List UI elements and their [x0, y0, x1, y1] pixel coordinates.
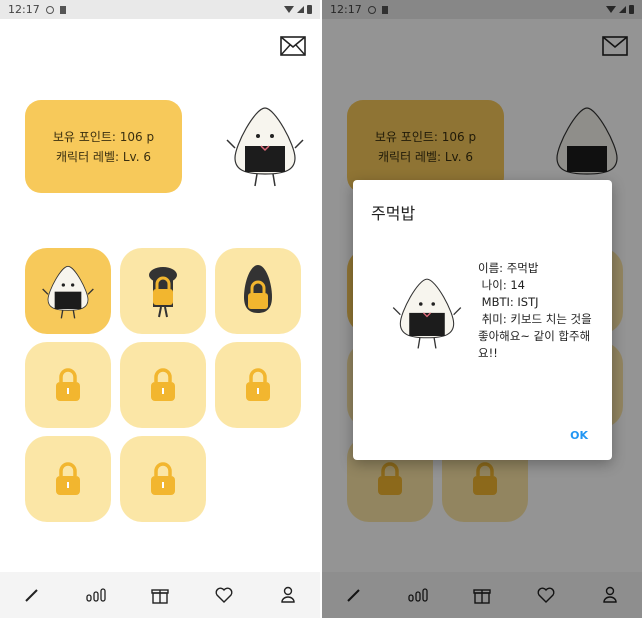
dialog-title: 주먹밥 — [371, 204, 416, 223]
character-tile-locked-6[interactable] — [215, 342, 301, 428]
dialog-screen: 12:17 보유 포인트: 106 p 캐릭터 레벨: Lv. 6 주먹밥 이름… — [322, 0, 642, 618]
onigiri-icon — [42, 265, 94, 319]
status-time: 12:17 — [8, 3, 40, 16]
lock-icon — [151, 462, 175, 495]
points-text: 보유 포인트: 106 p — [52, 129, 155, 144]
ok-button[interactable]: OK — [570, 429, 588, 442]
main-screen: 12:17 보유 포인트: 106 p 캐릭터 레벨: Lv. 6 — [0, 0, 320, 618]
pencil-icon — [25, 589, 38, 602]
hobby-line: 취미: 키보드 치는 것을 좋아해요~ 같이 합주해요!! — [478, 312, 596, 360]
mbti-line: MBTI: ISTJ — [478, 295, 539, 309]
locked-character-icon — [244, 265, 272, 313]
notification-icon — [59, 5, 66, 14]
nav-profile-button[interactable] — [273, 580, 303, 610]
character-tile-locked-4[interactable] — [25, 342, 111, 428]
character-tile-locked-8[interactable] — [120, 436, 206, 522]
nav-pencil-button[interactable] — [17, 580, 47, 610]
bottom-nav — [0, 572, 320, 618]
age-line: 나이: 14 — [478, 278, 525, 292]
chart-icon — [86, 588, 106, 602]
nav-heart-button[interactable] — [209, 580, 239, 610]
character-tile-locked-2[interactable] — [120, 248, 206, 334]
onigiri-character-icon — [392, 278, 462, 349]
battery-icon — [307, 5, 312, 14]
person-icon — [281, 586, 295, 603]
character-info-dialog: 주먹밥 이름: 주먹밥 나이: 14 MBTI: ISTJ 취미: 키보드 치는… — [353, 180, 612, 460]
character-tile-locked-7[interactable] — [25, 436, 111, 522]
onigiri-character-icon — [226, 107, 304, 187]
lock-icon — [56, 368, 80, 401]
wifi-icon — [284, 6, 294, 13]
character-tile-onigiri[interactable] — [25, 248, 111, 334]
status-bar: 12:17 — [0, 0, 320, 19]
nav-gift-button[interactable] — [145, 580, 175, 610]
lock-icon — [151, 368, 175, 401]
gift-icon — [151, 589, 169, 604]
nav-stats-button[interactable] — [81, 580, 111, 610]
heart-icon — [215, 587, 233, 603]
locked-character-icon — [149, 267, 177, 318]
mail-icon[interactable] — [280, 36, 306, 56]
signal-icon — [297, 6, 304, 13]
dialog-body: 이름: 주먹밥 나이: 14 MBTI: ISTJ 취미: 키보드 치는 것을 … — [478, 260, 603, 362]
points-card: 보유 포인트: 106 p 캐릭터 레벨: Lv. 6 — [25, 100, 182, 193]
character-tile-locked-5[interactable] — [120, 342, 206, 428]
name-line: 이름: 주먹밥 — [478, 261, 539, 275]
level-text: 캐릭터 레벨: Lv. 6 — [56, 149, 151, 164]
character-tile-locked-3[interactable] — [215, 248, 301, 334]
lock-icon — [246, 368, 270, 401]
sync-icon — [45, 5, 54, 14]
lock-icon — [56, 462, 80, 495]
